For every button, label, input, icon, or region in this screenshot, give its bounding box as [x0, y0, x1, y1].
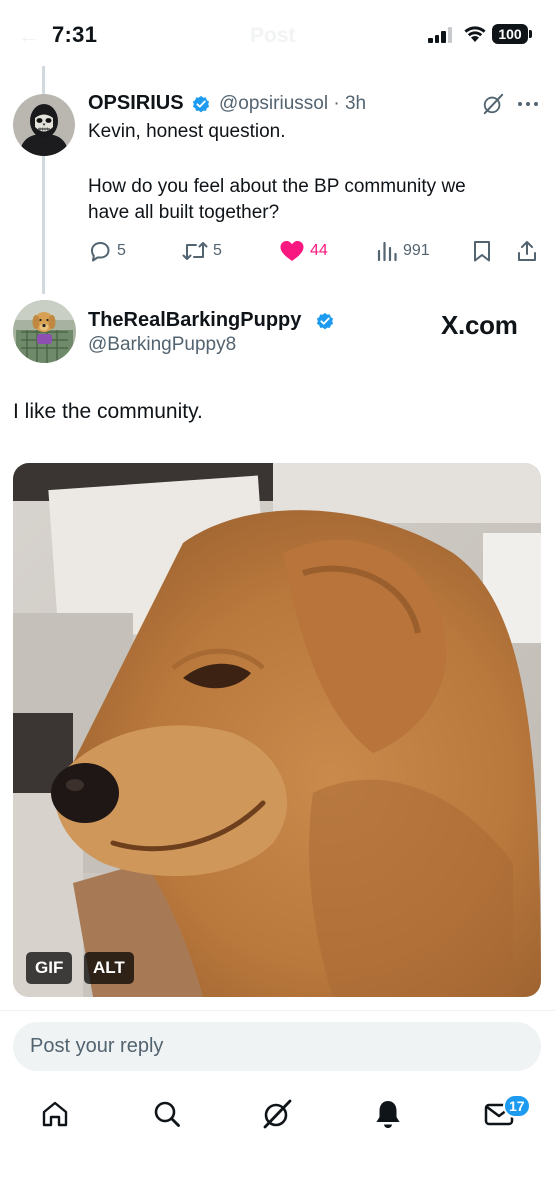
- composer-divider: [0, 1010, 555, 1011]
- tab-grok[interactable]: [260, 1097, 294, 1131]
- parent-text-line-2: How do you feel about the BP community w…: [88, 176, 466, 197]
- reply-icon: [91, 242, 110, 262]
- reply-text: I like the community.: [13, 400, 203, 423]
- views-icon: [377, 241, 397, 262]
- repost-icon: [182, 242, 208, 260]
- home-icon: [42, 1101, 68, 1127]
- reply-author-name[interactable]: TheRealBarkingPuppy: [88, 309, 301, 332]
- heart-filled-icon: [280, 241, 304, 261]
- reply-action[interactable]: 5: [88, 238, 126, 264]
- separator-dot: ·: [328, 93, 345, 114]
- tab-notifications[interactable]: [371, 1097, 405, 1131]
- parent-time[interactable]: 3h: [345, 93, 366, 114]
- x-com-logo: X.com: [441, 310, 518, 340]
- bookmark-icon: [474, 241, 490, 262]
- wifi-icon: [464, 26, 486, 42]
- battery-indicator: 100: [492, 24, 528, 44]
- grok-icon: [263, 1099, 292, 1129]
- parent-text-line-1: Kevin, honest question.: [88, 121, 286, 142]
- battery-cap: [529, 30, 532, 38]
- views-count: 991: [403, 242, 430, 259]
- repost-action[interactable]: 5: [182, 238, 222, 264]
- parent-handle[interactable]: @opsiriussol: [219, 93, 328, 114]
- views-action[interactable]: 991: [376, 238, 430, 264]
- parent-handle-time: @opsiriussol · 3h: [219, 93, 366, 115]
- tab-search[interactable]: [150, 1097, 184, 1131]
- share-icon: [518, 241, 536, 261]
- messages-badge: 17: [503, 1094, 531, 1118]
- repost-count: 5: [213, 242, 222, 259]
- gif-media[interactable]: [13, 463, 541, 997]
- tab-home[interactable]: [38, 1097, 72, 1131]
- reply-count: 5: [117, 242, 126, 259]
- back-arrow-icon[interactable]: ←: [18, 25, 39, 49]
- like-count: 44: [310, 242, 328, 259]
- gif-badge: GIF: [26, 952, 73, 984]
- alt-text-badge[interactable]: ALT: [84, 952, 134, 984]
- barkingpuppy-avatar[interactable]: [13, 300, 76, 363]
- verified-badge-icon: [316, 312, 334, 330]
- reply-handle[interactable]: @BarkingPuppy8: [88, 334, 236, 356]
- reply-input[interactable]: [13, 1022, 541, 1071]
- bookmark-action[interactable]: [471, 238, 493, 264]
- more-options-icon[interactable]: [516, 99, 540, 109]
- parent-author-name[interactable]: OPSIRIUS: [88, 92, 184, 115]
- opsirius-avatar[interactable]: [13, 94, 75, 156]
- cellular-signal-icon: [428, 26, 456, 43]
- status-time: 7:31: [52, 22, 98, 47]
- header-title: Post: [250, 24, 296, 47]
- verified-badge-icon: [192, 95, 210, 113]
- search-icon: [154, 1101, 180, 1127]
- like-action[interactable]: 44: [279, 238, 328, 264]
- share-action[interactable]: [515, 238, 539, 264]
- parent-text-line-3: have all built together?: [88, 202, 280, 223]
- status-bar: ← 7:31 Post 100: [0, 0, 555, 70]
- grok-icon[interactable]: [482, 93, 504, 115]
- notifications-icon: [376, 1101, 400, 1128]
